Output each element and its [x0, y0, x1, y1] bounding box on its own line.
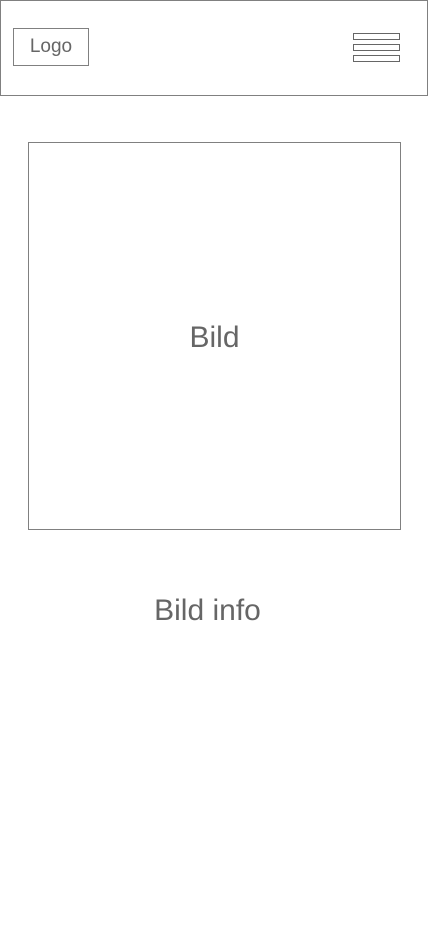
- menu-bar-bottom: [353, 55, 400, 62]
- header: Logo: [0, 0, 428, 96]
- image-info: Bild info: [154, 594, 261, 627]
- image-placeholder: Bild: [28, 142, 401, 530]
- logo[interactable]: Logo: [13, 28, 89, 66]
- image-label: Bild: [189, 321, 240, 354]
- menu-bar-top: [353, 33, 400, 40]
- menu-bar-middle: [353, 44, 400, 51]
- logo-label: Logo: [29, 36, 73, 57]
- hamburger-menu-icon[interactable]: [352, 32, 402, 64]
